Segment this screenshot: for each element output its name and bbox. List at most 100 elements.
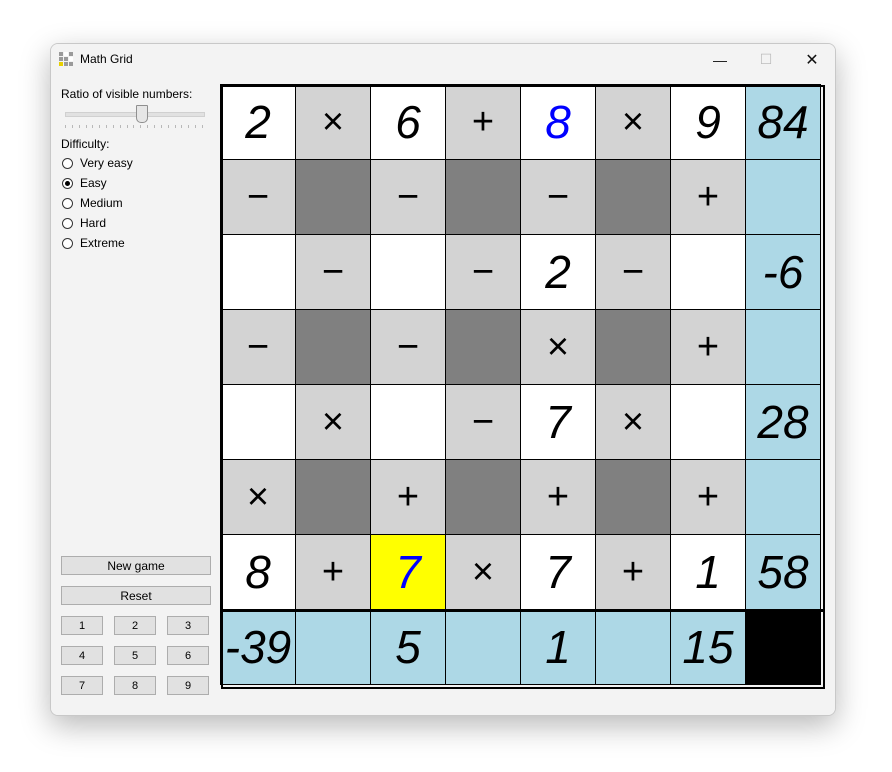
radio-button[interactable] xyxy=(62,197,73,209)
operator-cell: − xyxy=(220,159,296,235)
difficulty-option[interactable]: Very easy xyxy=(62,155,133,171)
radio-button[interactable] xyxy=(62,157,73,169)
slider-tick xyxy=(147,125,149,128)
difficulty-option-label: Extreme xyxy=(80,236,125,250)
operator-cell: × xyxy=(220,459,296,535)
number-cell[interactable]: 2 xyxy=(220,84,296,160)
operator-cell: + xyxy=(370,459,446,535)
corner-cell xyxy=(745,609,821,685)
operator-cell: × xyxy=(595,84,671,160)
operator-cell: − xyxy=(520,159,596,235)
difficulty-option-label: Hard xyxy=(80,216,107,230)
result-cell xyxy=(295,609,371,685)
slider-tick xyxy=(160,125,162,128)
operator-cell: + xyxy=(670,159,746,235)
slider-tick xyxy=(188,125,190,128)
minimize-button[interactable]: — xyxy=(697,44,743,75)
maximize-button[interactable]: ☐ xyxy=(743,44,789,75)
number-cell[interactable] xyxy=(670,234,746,310)
operator-cell: × xyxy=(295,384,371,460)
game-board: 2 × 6 +8 × 9 84− − − + − −2− -6− − × + × −7 × 28 × + + +8 +7 × 7 +1… xyxy=(220,84,825,689)
digit-button[interactable]: 8 xyxy=(114,676,156,695)
difficulty-option-label: Very easy xyxy=(80,156,133,170)
blocked-cell xyxy=(445,459,521,535)
blocked-cell xyxy=(595,159,671,235)
digit-button[interactable]: 1 xyxy=(61,616,103,635)
blocked-cell xyxy=(295,459,371,535)
grid-app-icon xyxy=(59,52,73,66)
digit-button[interactable]: 6 xyxy=(167,646,209,665)
digit-button[interactable]: 3 xyxy=(167,616,209,635)
radio-button[interactable] xyxy=(62,217,73,229)
result-cell xyxy=(445,609,521,685)
number-cell[interactable]: 1 xyxy=(670,534,746,610)
digit-button[interactable]: 2 xyxy=(114,616,156,635)
number-cell[interactable]: 7 xyxy=(520,534,596,610)
slider-tick xyxy=(174,125,176,128)
operator-cell: − xyxy=(445,234,521,310)
close-button[interactable]: ✕ xyxy=(789,44,835,75)
digit-button[interactable]: 4 xyxy=(61,646,103,665)
number-cell[interactable]: 8 xyxy=(220,534,296,610)
result-cell: 5 xyxy=(370,609,446,685)
difficulty-option[interactable]: Medium xyxy=(62,195,123,211)
operator-cell: + xyxy=(670,309,746,385)
operator-cell: − xyxy=(295,234,371,310)
app-window: Math Grid — ☐ ✕ Ratio of visible numbers… xyxy=(50,43,836,716)
close-icon: ✕ xyxy=(805,51,819,69)
ratio-slider[interactable] xyxy=(61,105,207,129)
slider-tick xyxy=(92,125,94,128)
new-game-button[interactable]: New game xyxy=(61,556,211,575)
number-cell[interactable] xyxy=(370,384,446,460)
number-cell[interactable]: 6 xyxy=(370,84,446,160)
difficulty-option[interactable]: Hard xyxy=(62,215,106,231)
slider-tick xyxy=(201,125,203,128)
number-cell[interactable]: 2 xyxy=(520,234,596,310)
number-cell[interactable] xyxy=(370,234,446,310)
operator-cell: + xyxy=(445,84,521,160)
digit-button[interactable]: 9 xyxy=(167,676,209,695)
slider-tick xyxy=(112,125,114,128)
blocked-cell xyxy=(445,159,521,235)
number-cell[interactable] xyxy=(670,384,746,460)
difficulty-option-label: Easy xyxy=(80,176,107,190)
slider-tick xyxy=(78,125,80,128)
reset-button[interactable]: Reset xyxy=(61,586,211,605)
operator-cell: − xyxy=(370,309,446,385)
difficulty-option[interactable]: Extreme xyxy=(62,235,125,251)
operator-cell: × xyxy=(520,309,596,385)
slider-ticks xyxy=(65,125,203,129)
maximize-icon: ☐ xyxy=(759,51,773,67)
digit-button[interactable]: 5 xyxy=(114,646,156,665)
result-cell xyxy=(745,159,821,235)
number-cell[interactable] xyxy=(220,234,296,310)
difficulty-option[interactable]: Easy xyxy=(62,175,107,191)
selected-number-cell[interactable]: 7 xyxy=(370,534,446,610)
minimize-icon: — xyxy=(713,51,727,68)
slider-tick xyxy=(133,125,135,128)
result-cell: -6 xyxy=(745,234,821,310)
result-separator xyxy=(221,609,825,612)
window-title: Math Grid xyxy=(80,52,133,66)
slider-tick xyxy=(65,125,66,128)
slider-thumb[interactable] xyxy=(135,105,148,123)
radio-button[interactable] xyxy=(62,237,73,249)
blocked-cell xyxy=(445,309,521,385)
number-cell[interactable]: 8 xyxy=(520,84,596,160)
digit-button[interactable]: 7 xyxy=(61,676,103,695)
result-cell xyxy=(595,609,671,685)
operator-cell: + xyxy=(670,459,746,535)
number-cell[interactable] xyxy=(220,384,296,460)
result-cell xyxy=(745,309,821,385)
result-cell: -39 xyxy=(220,609,296,685)
operator-cell: + xyxy=(295,534,371,610)
number-cell[interactable]: 7 xyxy=(520,384,596,460)
radio-button[interactable] xyxy=(62,177,73,189)
number-cell[interactable]: 9 xyxy=(670,84,746,160)
operator-cell: − xyxy=(370,159,446,235)
slider-tick xyxy=(153,125,155,128)
result-cell: 28 xyxy=(745,384,821,460)
ratio-label: Ratio of visible numbers: xyxy=(61,87,193,101)
title-bar[interactable]: Math Grid — ☐ ✕ xyxy=(51,44,835,75)
result-cell: 15 xyxy=(670,609,746,685)
